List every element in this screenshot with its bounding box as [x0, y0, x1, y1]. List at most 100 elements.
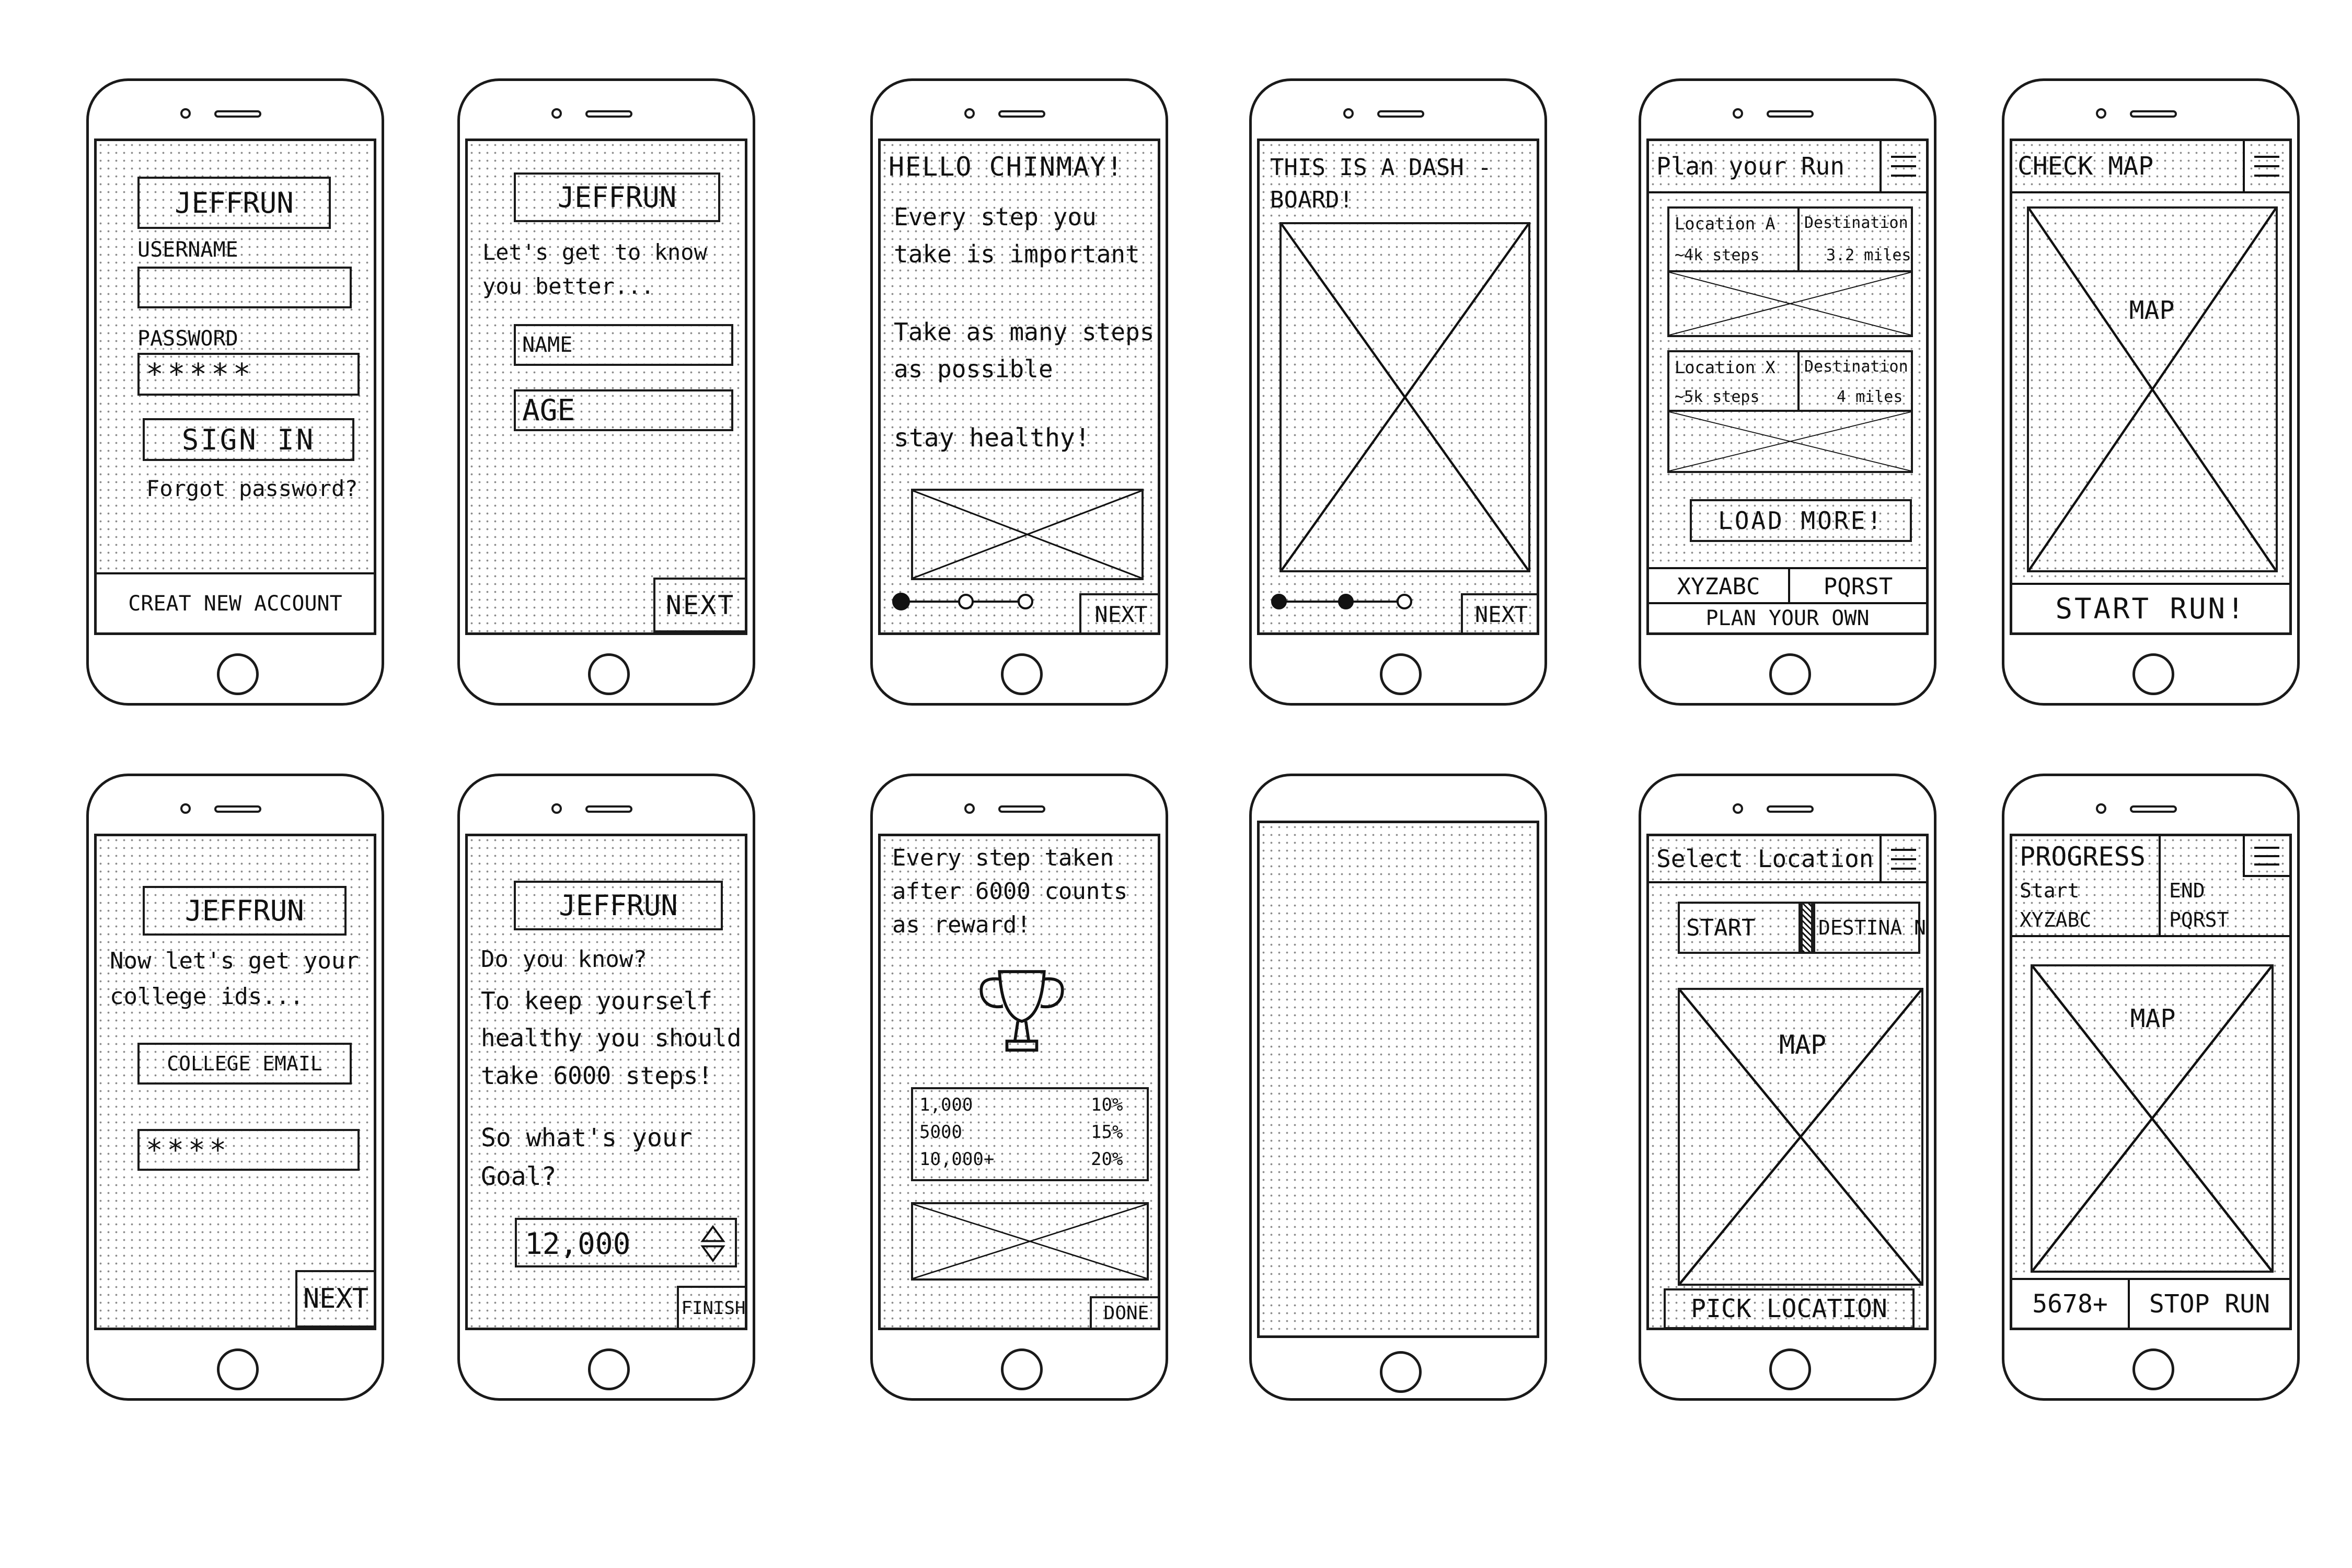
camera-icon: [1733, 803, 1743, 814]
password-input[interactable]: *****: [137, 353, 360, 396]
speaker-icon: [998, 110, 1045, 118]
home-button: [588, 653, 630, 695]
camera-icon: [180, 108, 191, 119]
create-account-button[interactable]: CREAT NEW ACCOUNT: [97, 572, 374, 632]
menu-icon[interactable]: [2245, 141, 2289, 193]
phone-college: JEFFRUN Now let's get your college ids..…: [86, 774, 384, 1401]
camera-icon: [964, 803, 975, 814]
message-line-1: Every step you take is important: [894, 203, 1140, 269]
home-button: [1380, 653, 1422, 695]
card-divider: [1797, 352, 1800, 411]
card-image-placeholder: [1667, 410, 1913, 473]
home-button: [217, 1348, 259, 1390]
dashboard-title: THIS IS A DASH -BOARD!: [1270, 154, 1492, 213]
pager-dot-icon[interactable]: [1018, 594, 1033, 609]
home-button: [1001, 1348, 1043, 1390]
app-logo: JEFFRUN: [514, 881, 723, 930]
pager-dot-active-icon[interactable]: [1338, 594, 1354, 609]
username-input[interactable]: [137, 267, 352, 308]
screen-header: PROGRESS: [2012, 836, 2245, 877]
camera-icon: [1343, 108, 1354, 119]
map-label: MAP: [2129, 296, 2175, 325]
end-value: PQRST: [2169, 908, 2229, 931]
table-row-steps: 10,000+: [919, 1149, 995, 1170]
screen-dashboard-intro: THIS IS A DASH -BOARD! NEXT: [1257, 139, 1539, 635]
sign-in-button[interactable]: SIGN IN: [143, 418, 354, 461]
stop-run-button[interactable]: STOP RUN: [2130, 1278, 2289, 1328]
intro-text: Now let's get your college ids...: [110, 948, 359, 1010]
card-divider: [1797, 209, 1800, 271]
next-button[interactable]: NEXT: [653, 578, 745, 632]
card-distance: 4 miles: [1837, 388, 1903, 406]
route-card[interactable]: Location X ~5k steps Destination 4 miles: [1667, 350, 1913, 473]
screen-select-location: Select Location START DESTINA N MAP PICK…: [1646, 834, 1929, 1330]
destination-field[interactable]: DESTINA N: [1813, 902, 1926, 954]
start-location-field[interactable]: START: [1678, 902, 1801, 954]
dashboard-placeholder: [1279, 222, 1530, 572]
intro-text: Let's get to know you better...: [482, 239, 707, 299]
up-down-stepper-icon[interactable]: [700, 1224, 726, 1263]
card-destination: Destination: [1804, 214, 1908, 232]
card-location: Location A: [1675, 214, 1775, 234]
map-placeholder[interactable]: MAP: [2031, 964, 2274, 1273]
phone-dashboard-intro: THIS IS A DASH -BOARD! NEXT: [1249, 78, 1547, 706]
reward-text: Every step taken after 6000 counts as re…: [892, 845, 1128, 938]
phone-progress: PROGRESS Start XYZABC END PQRST MAP 5678…: [2002, 774, 2300, 1401]
age-input[interactable]: AGE: [514, 389, 733, 431]
college-email-input[interactable]: COLLEGE EMAIL: [137, 1043, 352, 1085]
camera-icon: [551, 803, 562, 814]
screen-check-map: CHECK MAP MAP START RUN!: [2010, 139, 2292, 635]
screen-blank: [1257, 821, 1539, 1338]
menu-icon[interactable]: [1882, 836, 1926, 883]
home-button: [2132, 653, 2174, 695]
load-more-button[interactable]: LOAD MORE!: [1690, 499, 1912, 542]
speaker-icon: [214, 805, 261, 813]
route-tab-2[interactable]: PQRST: [1790, 567, 1926, 604]
done-button[interactable]: DONE: [1090, 1296, 1158, 1328]
next-button[interactable]: NEXT: [1461, 593, 1537, 632]
finish-button[interactable]: FINISH: [677, 1286, 745, 1328]
map-placeholder[interactable]: MAP: [2027, 206, 2278, 572]
phone-know-you: JEFFRUN Let's get to know you better... …: [457, 78, 755, 706]
route-tab-1[interactable]: XYZABC: [1649, 567, 1790, 604]
map-label: MAP: [2130, 1004, 2176, 1033]
name-input[interactable]: NAME: [514, 324, 733, 366]
screen-goal: JEFFRUN Do you know? To keep yourself he…: [465, 834, 747, 1330]
phone-goal: JEFFRUN Do you know? To keep yourself he…: [457, 774, 755, 1401]
next-button[interactable]: NEXT: [1079, 593, 1158, 632]
pick-location-button[interactable]: PICK LOCATION: [1664, 1288, 1915, 1328]
goal-stepper[interactable]: 12,000: [515, 1218, 737, 1267]
table-row-percent: 20%: [1091, 1149, 1123, 1170]
pager-dot-icon[interactable]: [958, 594, 974, 609]
forgot-password-link[interactable]: Forgot password?: [146, 476, 358, 501]
phone-check-map: CHECK MAP MAP START RUN!: [2002, 78, 2300, 706]
map-placeholder[interactable]: MAP: [1678, 988, 1923, 1286]
plan-own-button[interactable]: PLAN YOUR OWN: [1649, 602, 1926, 632]
trophy-icon: [979, 970, 1064, 1052]
menu-icon[interactable]: [2245, 836, 2289, 877]
speaker-icon: [1377, 110, 1424, 118]
home-button: [217, 653, 259, 695]
pager-dot-icon[interactable]: [1397, 594, 1412, 609]
home-button: [588, 1348, 630, 1390]
end-label: END: [2169, 879, 2205, 902]
phone-select-location: Select Location START DESTINA N MAP PICK…: [1639, 774, 1936, 1401]
greeting-title: HELLO CHINMAY!: [889, 152, 1124, 182]
screen-header: CHECK MAP: [2012, 141, 2245, 193]
pager-dot-active-icon[interactable]: [892, 593, 910, 610]
start-label: Start: [2020, 879, 2080, 902]
home-button: [2132, 1348, 2174, 1390]
camera-icon: [551, 108, 562, 119]
field-separator: [1801, 902, 1813, 954]
card-distance: 3.2 miles: [1826, 246, 1911, 264]
route-card[interactable]: Location A ~4k steps Destination 3.2 mil…: [1667, 206, 1913, 337]
phone-blank: [1249, 774, 1547, 1401]
start-run-button[interactable]: START RUN!: [2012, 583, 2289, 632]
phone-hello: HELLO CHINMAY! Every step you take is im…: [870, 78, 1168, 706]
password-input[interactable]: ****: [137, 1129, 360, 1171]
menu-icon[interactable]: [1882, 141, 1926, 193]
pager-dot-icon[interactable]: [1271, 594, 1287, 609]
next-button[interactable]: NEXT: [295, 1270, 374, 1328]
phone-reward: Every step taken after 6000 counts as re…: [870, 774, 1168, 1401]
screen-know-you: JEFFRUN Let's get to know you better... …: [465, 139, 747, 635]
